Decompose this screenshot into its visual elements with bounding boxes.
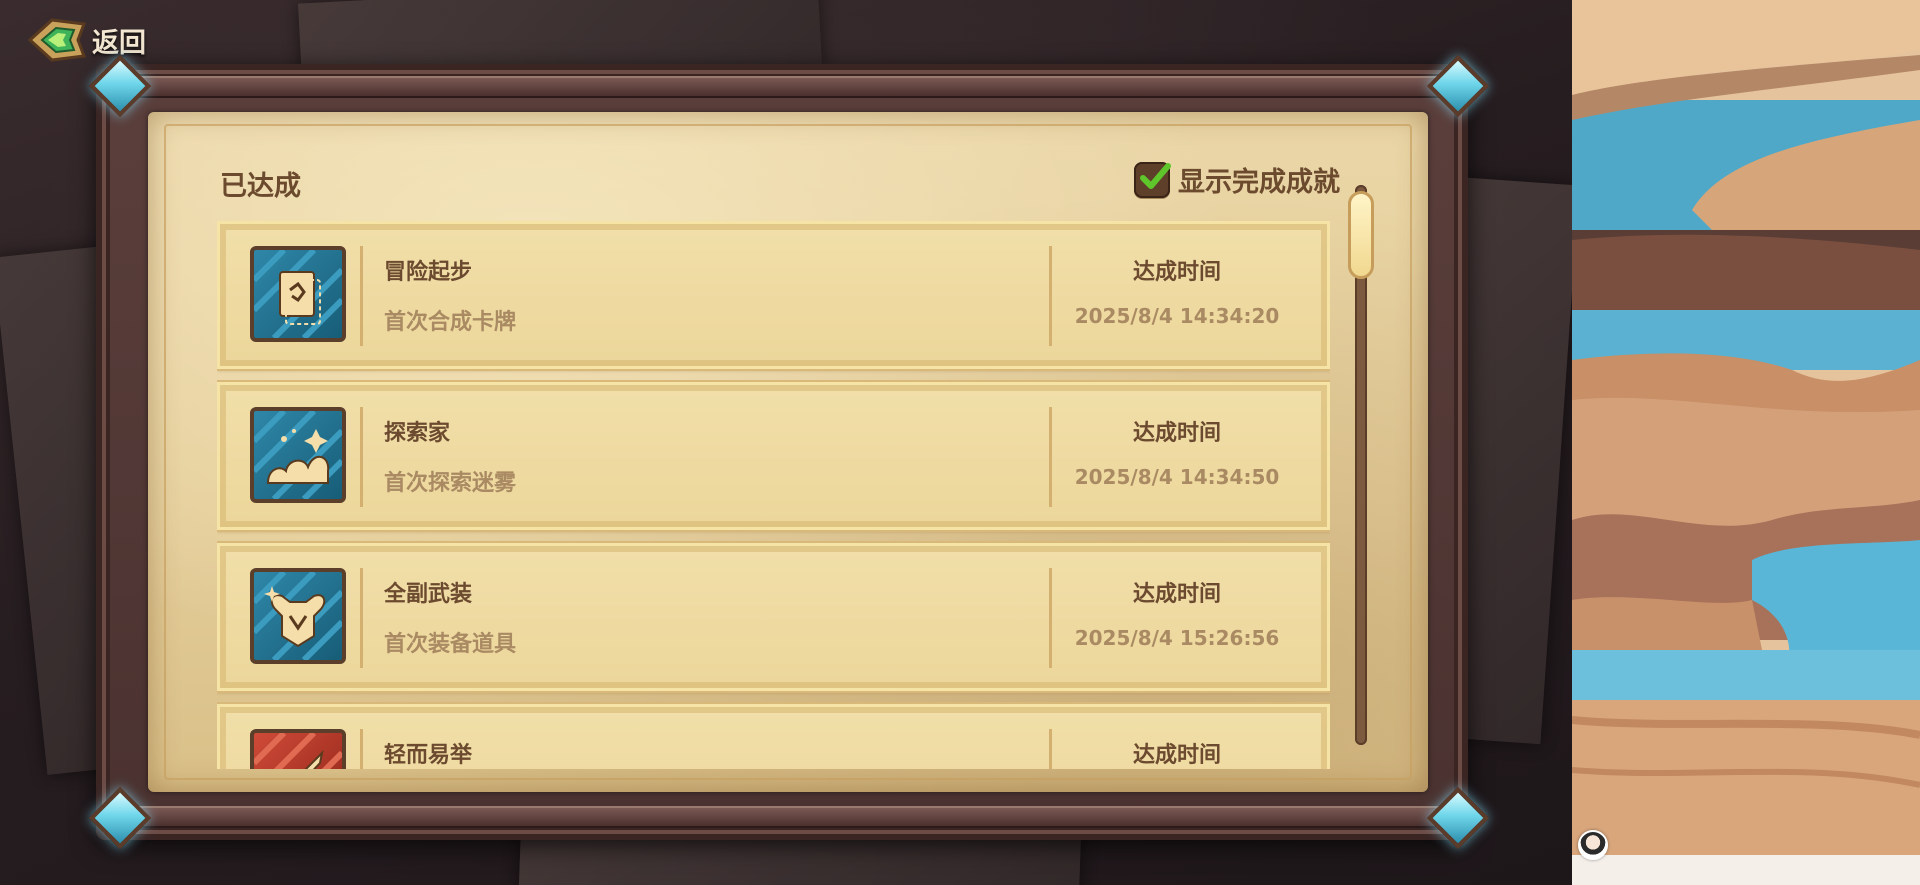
avatar[interactable] xyxy=(1578,830,1608,860)
achievement-name: 全副武装 xyxy=(384,582,473,607)
desktop-wallpaper xyxy=(1572,0,1920,885)
sand-dune-image xyxy=(1572,0,1920,885)
checkbox[interactable] xyxy=(1134,161,1171,198)
row-divider xyxy=(360,729,363,769)
back-label: 返回 xyxy=(92,27,146,59)
scrollbar[interactable] xyxy=(1348,185,1374,745)
achievement-row[interactable]: 冒险起步 首次合成卡牌 达成时间 2025/8/4 14:34:20 xyxy=(217,221,1330,371)
achieved-time-label: 达成时间 xyxy=(1132,421,1221,446)
sword-icon xyxy=(250,729,346,769)
show-completed-toggle[interactable]: 显示完成成就 xyxy=(1134,160,1340,199)
back-arrow-icon xyxy=(26,14,90,66)
frame-rail-bottom xyxy=(122,806,1442,828)
row-divider xyxy=(360,246,363,346)
achievement-row[interactable]: 探索家 首次探索迷雾 达成时间 2025/8/4 14:34:50 xyxy=(217,380,1330,532)
achieved-time-value: 2025/8/4 15:26:56 xyxy=(1074,626,1280,650)
achieved-time-label: 达成时间 xyxy=(1132,582,1221,607)
panel-title: 已达成 xyxy=(220,171,301,202)
game-screen: 返回 已达成 显示完成成就 冒险起步 首次合成卡牌 达成时间 2025/8/4 … xyxy=(0,0,1572,885)
achievement-name: 冒险起步 xyxy=(384,260,473,285)
fog-icon xyxy=(250,407,346,503)
achievement-row[interactable]: 轻而易举 达成时间 xyxy=(217,702,1330,769)
achieved-time-value: 2025/8/4 14:34:50 xyxy=(1074,465,1280,489)
achievement-desc: 首次合成卡牌 xyxy=(384,310,517,335)
row-divider xyxy=(360,568,363,668)
checkmark-icon xyxy=(1140,162,1171,189)
achievement-list: 冒险起步 首次合成卡牌 达成时间 2025/8/4 14:34:20 探索家 首… xyxy=(217,221,1330,769)
scrollbar-thumb[interactable] xyxy=(1348,191,1374,279)
back-button[interactable]: 返回 xyxy=(26,14,146,66)
achieved-time-label: 达成时间 xyxy=(1132,743,1221,768)
achievement-desc: 首次探索迷雾 xyxy=(384,471,517,496)
row-divider xyxy=(360,407,363,507)
frame-rail-top xyxy=(122,76,1442,98)
taskbar-strip xyxy=(1572,855,1920,885)
achievement-row[interactable]: 全副武装 首次装备道具 达成时间 2025/8/4 15:26:56 xyxy=(217,541,1330,693)
achievement-name: 轻而易举 xyxy=(384,743,473,768)
show-completed-label: 显示完成成就 xyxy=(1178,167,1340,198)
armor-icon xyxy=(250,568,346,664)
achievement-name: 探索家 xyxy=(384,421,451,446)
achieved-time-label: 达成时间 xyxy=(1132,260,1221,285)
card-icon xyxy=(250,246,346,342)
achieved-time-value: 2025/8/4 14:34:20 xyxy=(1074,304,1280,328)
achievement-desc: 首次装备道具 xyxy=(384,632,517,657)
